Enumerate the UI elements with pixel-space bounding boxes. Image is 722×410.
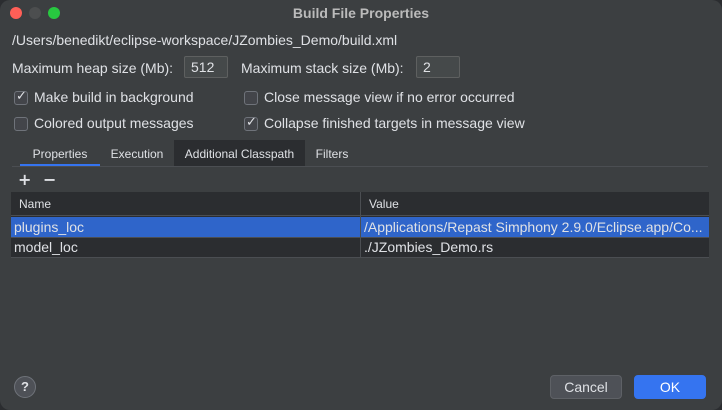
column-divider [360, 192, 361, 258]
build-file-path: /Users/benedikt/eclipse-workspace/JZombi… [12, 32, 398, 48]
tab-divider [12, 166, 708, 167]
checkbox-label: Colored output messages [34, 115, 194, 131]
checkbox-label: Collapse finished targets in message vie… [264, 115, 525, 131]
heap-size-field[interactable]: 512 [184, 56, 228, 78]
build-file-properties-dialog: Build File Properties /Users/benedikt/ec… [0, 0, 722, 410]
tab-properties[interactable]: Properties [20, 140, 100, 167]
checkbox-box[interactable]: ✓ [244, 115, 258, 131]
property-name-cell[interactable]: model_loc [14, 237, 354, 257]
column-header-name[interactable]: Name [11, 192, 360, 216]
checkbox-box[interactable] [14, 117, 28, 131]
tab-filters[interactable]: Filters [305, 140, 359, 167]
cancel-button[interactable]: Cancel [550, 375, 622, 399]
checkmark-icon: ✓ [16, 89, 27, 104]
property-value-cell[interactable]: /Applications/Repast Simphony 2.9.0/Ecli… [364, 217, 706, 237]
window-title: Build File Properties [292, 5, 430, 21]
checkbox-box[interactable]: ✓ [14, 89, 28, 105]
column-header-value[interactable]: Value [361, 192, 709, 216]
property-name-cell[interactable]: plugins_loc [14, 217, 354, 237]
tab-execution[interactable]: Execution [100, 140, 174, 167]
checkmark-icon: ✓ [246, 115, 257, 130]
tab-additional-classpath[interactable]: Additional Classpath [174, 140, 305, 167]
ok-button[interactable]: OK [634, 375, 706, 399]
heap-size-label: Maximum heap size (Mb): [12, 60, 174, 76]
remove-icon[interactable]: − [43, 170, 56, 189]
properties-table: Name Value plugins_loc /Applications/Rep… [11, 192, 709, 258]
help-button[interactable]: ? [14, 376, 36, 398]
checkbox-box[interactable] [244, 91, 258, 105]
checkbox-label: Close message view if no error occurred [264, 89, 515, 105]
stack-size-field[interactable]: 2 [416, 56, 460, 78]
add-icon[interactable]: + [18, 170, 31, 189]
title-bar: Build File Properties [0, 0, 722, 26]
stack-size-label: Maximum stack size (Mb): [241, 60, 404, 76]
property-value-cell[interactable]: ./JZombies_Demo.rs [364, 237, 706, 257]
checkbox-label: Make build in background [34, 89, 194, 105]
